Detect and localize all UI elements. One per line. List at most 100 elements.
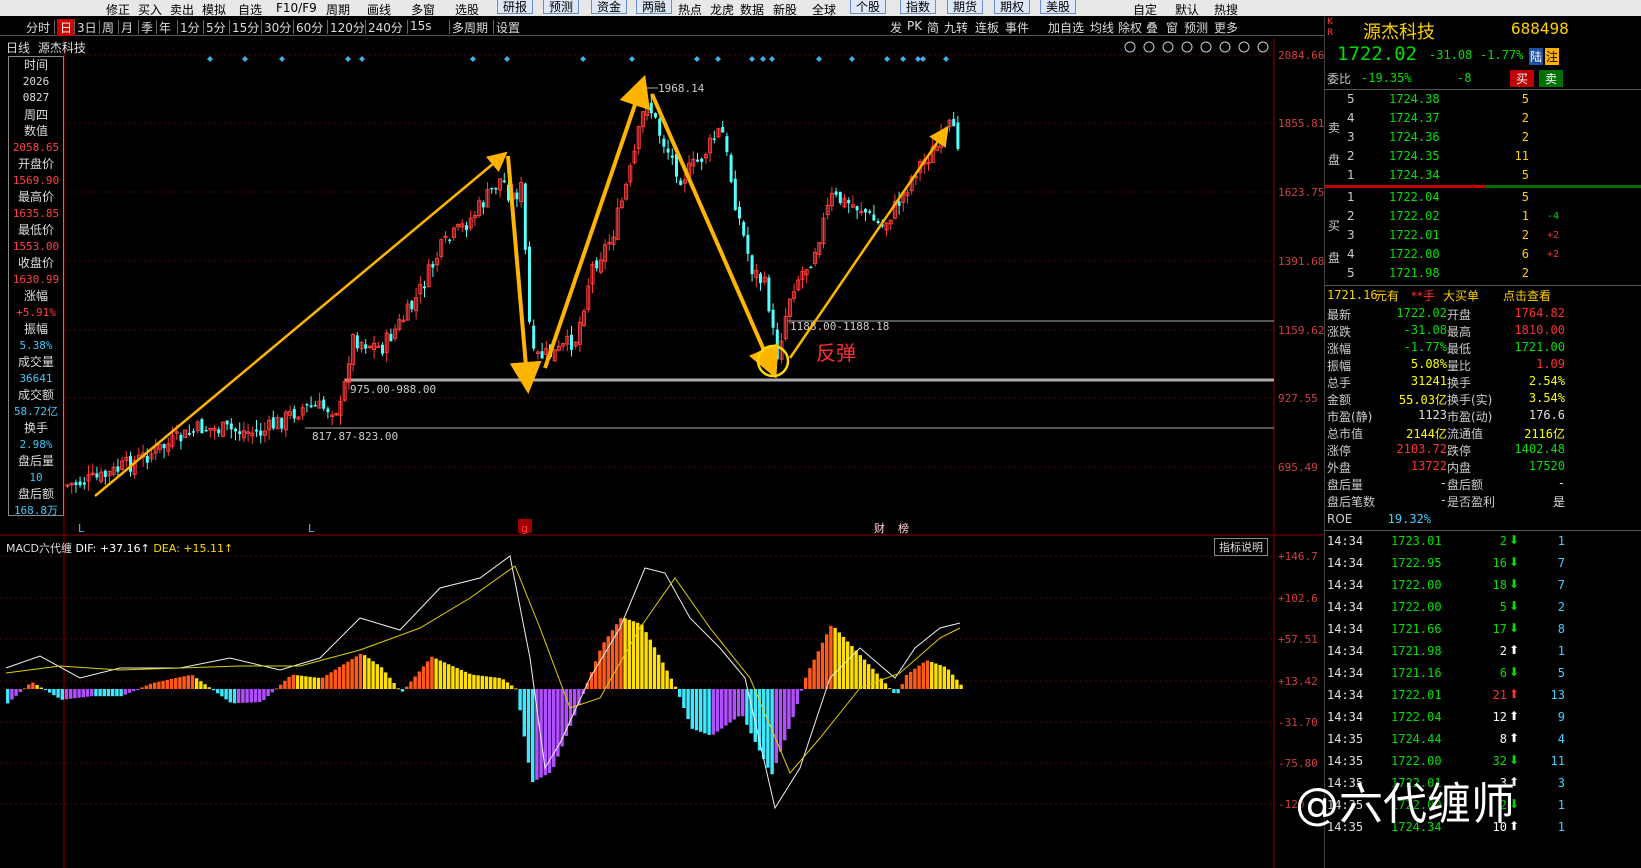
toolbar-item-3[interactable]: 九转 xyxy=(944,19,968,36)
chart-tool-icon[interactable] xyxy=(1162,41,1174,53)
period-item-4[interactable]: 月 xyxy=(121,19,133,36)
indicator-explain-button[interactable]: 指标说明 xyxy=(1214,538,1268,556)
toolbar-item-2[interactable]: 简 xyxy=(927,19,939,36)
period-item-6[interactable]: 年 xyxy=(159,19,171,36)
bottom-mark[interactable]: 榜 xyxy=(898,521,909,535)
chart-tool-icon[interactable] xyxy=(1219,41,1231,53)
menu-item-8[interactable]: 多窗 xyxy=(411,1,435,18)
menu-item-19[interactable]: 个股 xyxy=(850,0,887,14)
menu-item-9[interactable]: 选股 xyxy=(455,1,479,18)
menu-item-3[interactable]: 模拟 xyxy=(202,1,226,18)
menu-item-7[interactable]: 画线 xyxy=(367,1,391,18)
period-item-16[interactable]: 设置 xyxy=(496,19,520,36)
chart-tool-icon[interactable] xyxy=(1124,41,1136,53)
sell-button[interactable]: 卖 xyxy=(1539,70,1563,87)
event-diamond[interactable] xyxy=(345,56,351,62)
bottom-mark[interactable]: 财 xyxy=(874,521,885,535)
period-item-14[interactable]: 15s xyxy=(410,19,432,33)
menu-item-23[interactable]: 美股 xyxy=(1040,0,1077,14)
toolbar-item-10[interactable]: 窗 xyxy=(1166,19,1178,36)
event-diamond[interactable] xyxy=(470,56,476,62)
period-item-11[interactable]: 60分 xyxy=(296,19,323,36)
buy-button[interactable]: 买 xyxy=(1510,70,1534,87)
menu-item-24[interactable]: 自定 xyxy=(1133,1,1157,18)
event-diamond[interactable] xyxy=(816,56,822,62)
toolbar-item-1[interactable]: PK xyxy=(907,19,922,33)
macd-bar xyxy=(153,682,157,689)
chart-tool-icon[interactable] xyxy=(1257,41,1269,53)
chart-tool-icon[interactable] xyxy=(1238,41,1250,53)
big-order-view[interactable]: 点击查看 xyxy=(1503,287,1551,304)
menu-item-22[interactable]: 期权 xyxy=(994,0,1031,14)
stat-value: 176.6 xyxy=(1528,408,1565,422)
chart-tool-icon[interactable] xyxy=(1143,41,1155,53)
period-item-3[interactable]: 周 xyxy=(102,19,114,36)
bottom-mark[interactable]: L xyxy=(78,522,85,535)
macd-bar xyxy=(430,656,434,689)
period-item-9[interactable]: 15分 xyxy=(232,19,259,36)
period-item-8[interactable]: 5分 xyxy=(206,19,226,36)
menu-item-6[interactable]: 周期 xyxy=(326,1,350,18)
menu-item-12[interactable]: 资金 xyxy=(591,0,628,14)
event-diamond[interactable] xyxy=(715,56,721,62)
event-diamond[interactable] xyxy=(849,56,855,62)
event-diamond[interactable] xyxy=(943,56,949,62)
toolbar-item-0[interactable]: 发 xyxy=(890,19,902,36)
event-diamond[interactable] xyxy=(769,56,775,62)
toolbar-item-11[interactable]: 预测 xyxy=(1184,19,1208,36)
toolbar-item-9[interactable]: 叠 xyxy=(1146,19,1158,36)
menu-item-1[interactable]: 买入 xyxy=(138,1,162,18)
period-item-1[interactable]: 日 xyxy=(57,19,76,36)
period-item-5[interactable]: 季 xyxy=(141,19,153,36)
menu-item-0[interactable]: 修正 xyxy=(106,1,130,18)
event-diamond[interactable] xyxy=(884,56,890,62)
period-item-7[interactable]: 1分 xyxy=(180,19,200,36)
chart-tool-icon[interactable] xyxy=(1181,41,1193,53)
menu-item-20[interactable]: 指数 xyxy=(900,0,937,14)
event-diamond[interactable] xyxy=(920,56,926,62)
event-diamond[interactable] xyxy=(900,56,906,62)
event-diamond[interactable] xyxy=(580,56,586,62)
event-diamond[interactable] xyxy=(359,56,365,62)
event-diamond[interactable] xyxy=(694,56,700,62)
menu-item-11[interactable]: 预测 xyxy=(543,0,580,14)
menu-item-21[interactable]: 期货 xyxy=(947,0,984,14)
menu-item-15[interactable]: 龙虎 xyxy=(710,1,734,18)
menu-item-4[interactable]: 自选 xyxy=(238,1,262,18)
menu-item-5[interactable]: F10/F9 xyxy=(276,1,317,15)
bottom-mark[interactable]: L xyxy=(308,522,315,535)
period-item-13[interactable]: 240分 xyxy=(368,19,403,36)
period-item-0[interactable]: 分时 xyxy=(26,19,50,36)
candle-body xyxy=(238,431,242,435)
menu-item-17[interactable]: 新股 xyxy=(773,1,797,18)
bottom-mark[interactable]: g xyxy=(521,522,528,535)
menu-item-14[interactable]: 热点 xyxy=(678,1,702,18)
menu-item-13[interactable]: 两融 xyxy=(636,0,673,14)
event-diamond[interactable] xyxy=(207,56,213,62)
toolbar-item-8[interactable]: 除权 xyxy=(1118,19,1142,36)
period-item-12[interactable]: 120分 xyxy=(330,19,365,36)
period-item-15[interactable]: 多周期 xyxy=(452,19,488,36)
chart-tool-icon[interactable] xyxy=(1200,41,1212,53)
toolbar-item-12[interactable]: 更多 xyxy=(1214,19,1238,36)
event-diamond[interactable] xyxy=(242,56,248,62)
menu-item-25[interactable]: 默认 xyxy=(1175,1,1199,18)
event-diamond[interactable] xyxy=(749,56,755,62)
event-diamond[interactable] xyxy=(279,56,285,62)
period-item-10[interactable]: 30分 xyxy=(264,19,291,36)
menu-item-26[interactable]: 热搜 xyxy=(1214,1,1238,18)
event-diamond[interactable] xyxy=(760,56,766,62)
event-diamond[interactable] xyxy=(629,56,635,62)
toolbar-item-5[interactable]: 事件 xyxy=(1005,19,1029,36)
chart-canvas[interactable]: 2084.66 1855.81 1623.75 1391.68 1159.62 927.5… xyxy=(0,38,1324,868)
event-diamond[interactable] xyxy=(504,56,510,62)
menu-item-16[interactable]: 数据 xyxy=(740,1,764,18)
period-item-2[interactable]: 3日 xyxy=(77,19,97,36)
toolbar-item-7[interactable]: 均线 xyxy=(1090,19,1114,36)
menu-item-18[interactable]: 全球 xyxy=(812,1,836,18)
toolbar-item-6[interactable]: 加自选 xyxy=(1048,19,1084,36)
menu-item-10[interactable]: 研报 xyxy=(497,0,534,14)
menu-item-2[interactable]: 卖出 xyxy=(170,1,194,18)
macd-bar xyxy=(850,646,854,689)
toolbar-item-4[interactable]: 连板 xyxy=(975,19,999,36)
